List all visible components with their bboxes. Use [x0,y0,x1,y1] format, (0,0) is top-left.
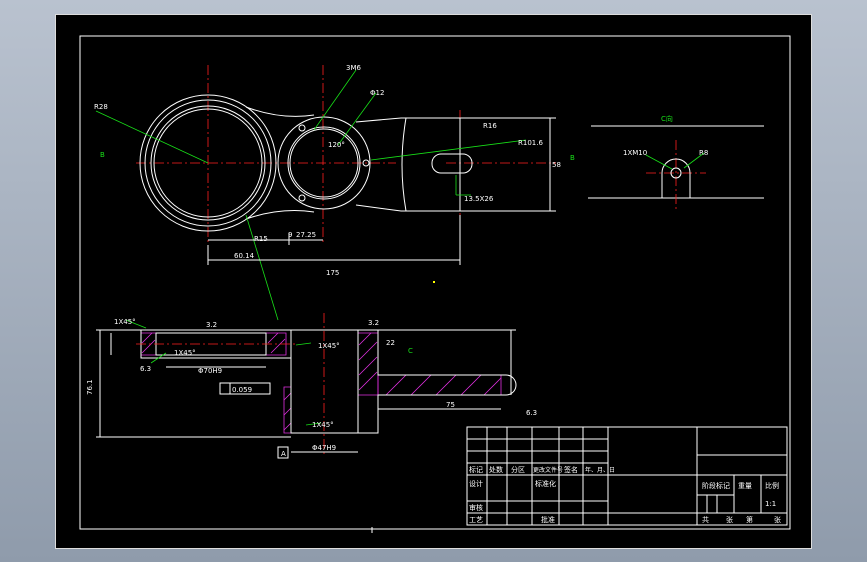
tb-label-0: 标记 [469,465,483,474]
dim-175: 175 [326,269,339,277]
dim-bore: Φ70H9 [198,367,222,375]
dim-58: 58 [552,161,561,169]
tb-label-11: 阶段标记 [702,481,730,490]
dim-r15: R15 [254,235,268,243]
chamfer-3: 1X45° [318,342,340,350]
dim-m10: 1XM10 [623,149,647,157]
slot [431,153,473,174]
tb-label-12: 重量 [738,482,752,490]
tb-label-1: 处数 [489,465,503,474]
tb-label-10: 批准 [541,515,555,524]
datum-a: A [281,450,286,458]
tb-label-2: 分区 [511,465,525,474]
dim-thread: 3M6 [346,64,361,72]
dim-76: 76.1 [86,379,94,395]
chamfer-4: 1X45° [312,421,334,429]
tb-label-9: 工艺 [469,516,483,524]
dim-22: 22 [386,339,395,347]
cursor-mark [433,281,435,283]
section-mark-left: B [100,151,105,159]
section-label-c: C [408,347,413,355]
tb-label-4: 签名 [564,465,578,474]
section-view: 1X45° 1X45° 1X45° 1X45° Φ70H9 0.059 A Φ4… [86,313,537,459]
dim-r16: R16 [483,122,497,130]
dim-bore-2: Φ47H9 [312,444,336,452]
dim-phi12: Φ12 [370,89,384,97]
tb-label-13: 比例 [765,481,779,490]
dim-75: 75 [446,401,455,409]
c-view-label: C向 [661,114,673,123]
tb-label-14: 共 [702,515,709,524]
tb-label-7: 标准化 [535,479,556,488]
top-view: B B 3M6 Φ12 R28 R16 R101.6 13.5X26 9 27.… [94,64,575,321]
dim-27-25: 27.25 [296,231,316,239]
drawing-canvas: B B 3M6 Φ12 R28 R16 R101.6 13.5X26 9 27.… [79,35,791,533]
dim-slot: 13.5X26 [464,195,494,203]
tb-label-3: 更改文件号 [533,466,563,474]
dim-r8: R8 [699,149,708,157]
surface-3: 6.3 [140,365,151,373]
surface-4: 6.3 [526,409,537,417]
tb-label-8: 审核 [469,503,483,512]
tb-label-16: 第 [746,515,753,524]
surface-2: 3.2 [368,319,379,327]
tolerance-value: 0.059 [232,386,252,394]
tb-label-15: 张 [726,515,733,524]
title-block: 标记 处数 分区 更改文件号 签名 年、月、日 设计 标准化 审核 工艺 批准 … [466,426,788,526]
tb-label-17: 张 [774,515,781,524]
dim-r28: R28 [94,103,108,111]
section-mark-right: B [570,154,575,162]
surface-1: 3.2 [206,321,217,329]
tb-scale: 1:1 [765,500,776,508]
dim-angle: 120° [328,141,345,149]
dim-9: 9 [288,231,292,239]
c-view: C向 1XM10 R8 [588,114,764,210]
tb-label-5: 年、月、日 [585,466,615,474]
dim-r101: R101.6 [518,139,543,147]
dim-60-14: 60.14 [234,252,255,260]
chamfer-2: 1X45° [174,349,196,357]
cad-viewport[interactable]: B B 3M6 Φ12 R28 R16 R101.6 13.5X26 9 27.… [55,14,812,549]
chamfer-1: 1X45° [114,318,136,326]
tb-label-6: 设计 [469,479,483,488]
